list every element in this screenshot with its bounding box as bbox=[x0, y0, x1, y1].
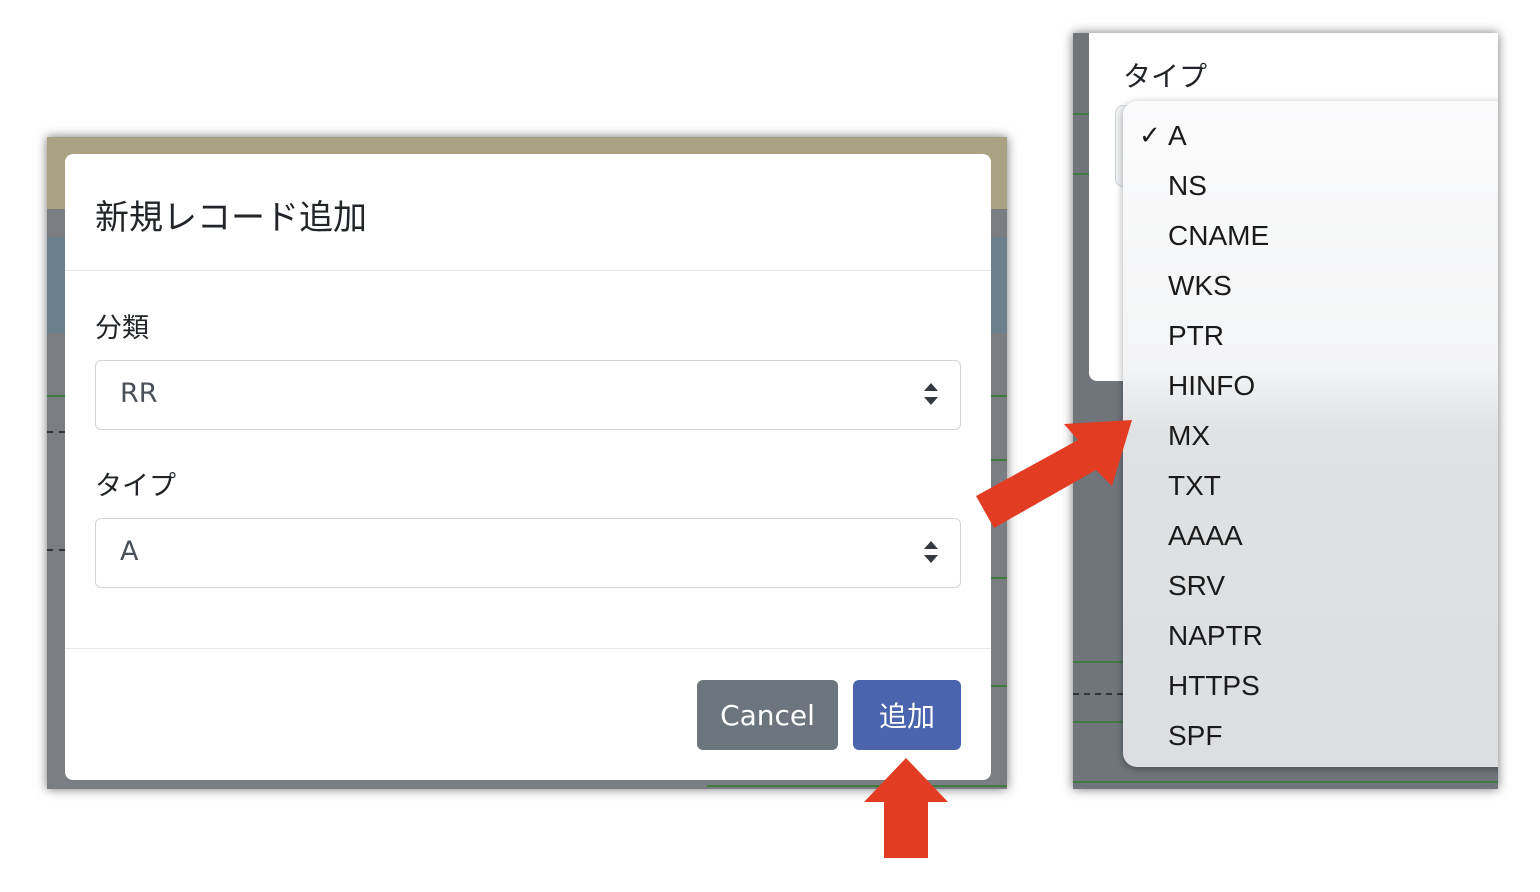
background-line bbox=[1073, 113, 1089, 115]
dropdown-option[interactable]: A bbox=[1168, 111, 1187, 161]
add-button[interactable]: 追加 bbox=[853, 680, 961, 750]
dropdown-option[interactable]: NAPTR bbox=[1168, 611, 1263, 661]
dropdown-option[interactable]: CNAME bbox=[1168, 211, 1269, 261]
checkmark-icon: ✓ bbox=[1139, 121, 1161, 151]
dropdown-option[interactable]: AAAA bbox=[1168, 511, 1243, 561]
background-dash bbox=[47, 431, 65, 433]
background-dash bbox=[47, 549, 65, 551]
background-line bbox=[1073, 781, 1498, 783]
category-select[interactable]: RR bbox=[95, 360, 961, 430]
dropdown-option[interactable]: HINFO bbox=[1168, 361, 1255, 411]
type-dropdown-menu: ✓ A NS CNAME WKS PTR HINFO MX TXT AAAA S… bbox=[1123, 101, 1498, 767]
dropdown-option[interactable]: MX bbox=[1168, 411, 1210, 461]
right-screenshot: タイプ ✓ A NS CNAME WKS PTR HINFO MX TXT AA… bbox=[1073, 33, 1498, 789]
dropdown-option[interactable]: PTR bbox=[1168, 311, 1224, 361]
background-line bbox=[1073, 173, 1089, 175]
dropdown-option[interactable]: TXT bbox=[1168, 461, 1221, 511]
modal-title: 新規レコード追加 bbox=[95, 198, 367, 238]
background-line bbox=[47, 395, 67, 397]
cancel-button[interactable]: Cancel bbox=[697, 680, 838, 750]
type-label: タイプ bbox=[1123, 60, 1208, 93]
dropdown-option[interactable]: WKS bbox=[1168, 261, 1232, 311]
type-select-value: A bbox=[120, 536, 139, 567]
category-select-value: RR bbox=[120, 378, 158, 409]
arrow-right-icon bbox=[976, 420, 1132, 528]
type-label: タイプ bbox=[95, 471, 176, 502]
dropdown-option[interactable]: HTTPS bbox=[1168, 661, 1260, 711]
background-dash bbox=[1073, 693, 1123, 695]
type-select[interactable]: A bbox=[95, 518, 961, 588]
dropdown-option[interactable]: SPF bbox=[1168, 711, 1222, 761]
modal-footer: Cancel 追加 bbox=[65, 648, 991, 780]
left-screenshot: 新規レコード追加 分類 RR タイプ A Cancel 追加 bbox=[47, 137, 1007, 789]
sort-arrows-icon bbox=[924, 541, 938, 563]
arrow-up-icon bbox=[864, 758, 948, 858]
dropdown-option[interactable]: NS bbox=[1168, 161, 1207, 211]
add-record-modal: 新規レコード追加 分類 RR タイプ A Cancel 追加 bbox=[65, 154, 991, 780]
category-label: 分類 bbox=[95, 313, 149, 344]
background-line bbox=[707, 785, 1007, 787]
dropdown-option[interactable]: SRV bbox=[1168, 561, 1225, 611]
sort-arrows-icon bbox=[924, 383, 938, 405]
modal-header: 新規レコード追加 bbox=[65, 154, 991, 271]
